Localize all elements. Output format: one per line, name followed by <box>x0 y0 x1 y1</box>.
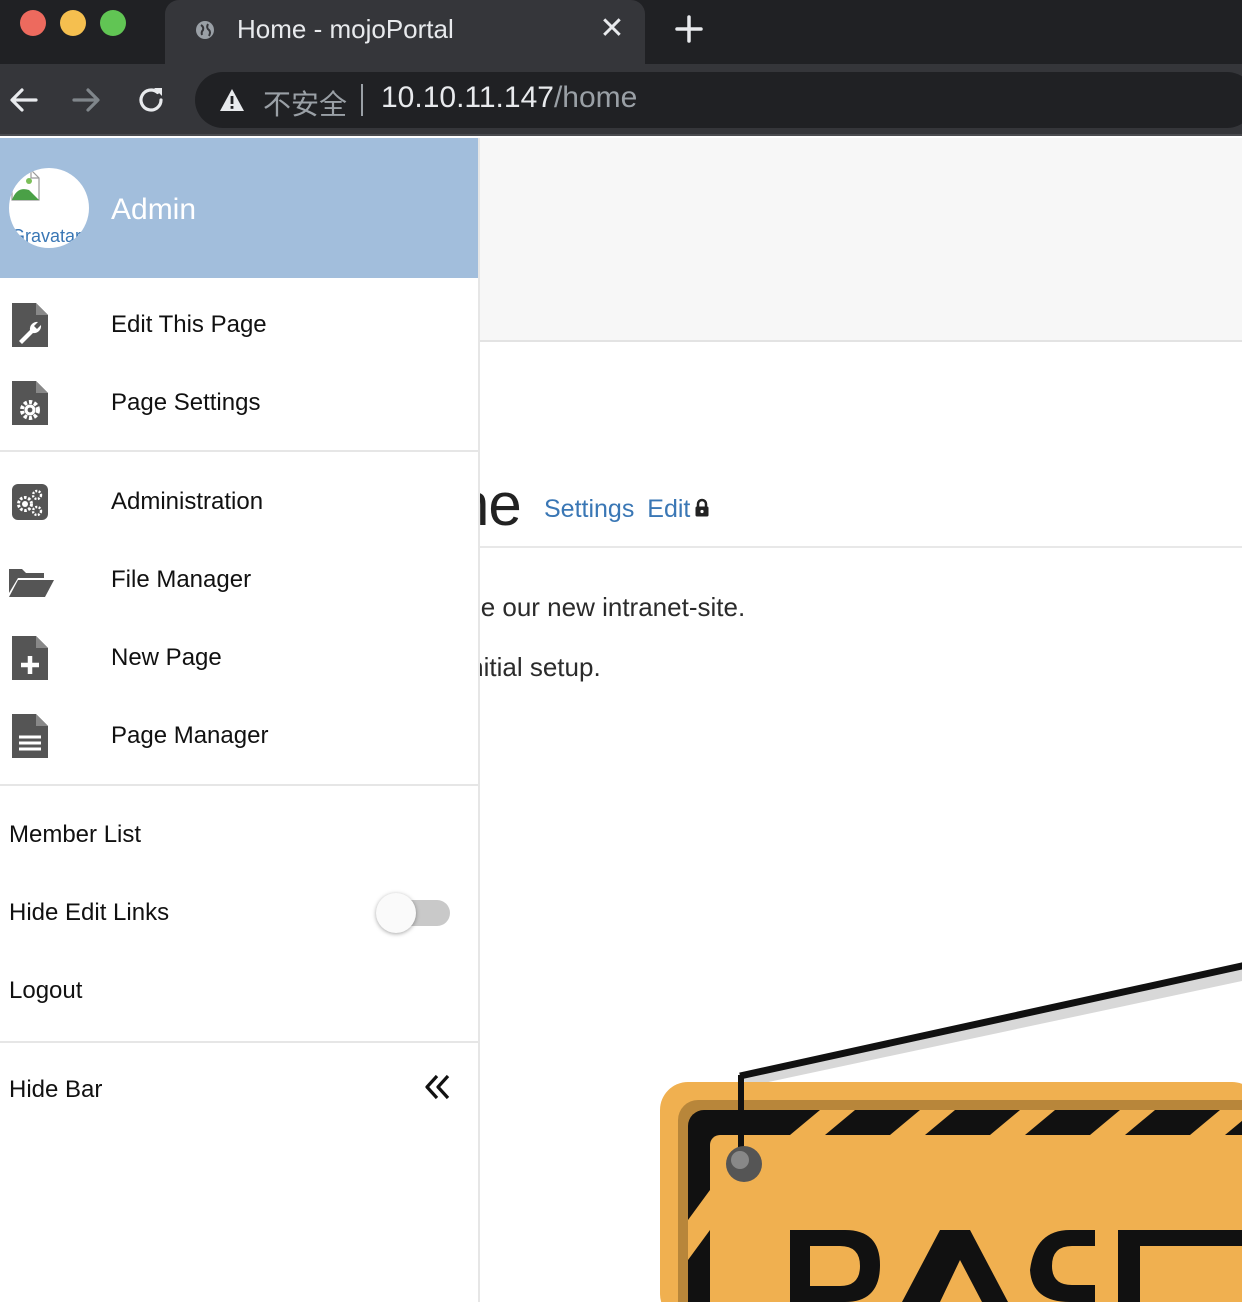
menu-label: New Page <box>111 644 222 671</box>
admin-toolbar-panel: Gravatar Admin Edit This Page Page Setti… <box>0 138 480 1302</box>
hide-edit-links-toggle[interactable] <box>376 892 450 934</box>
menu-item-administration[interactable]: Administration <box>0 463 478 541</box>
menu-item-page-manager[interactable]: Page Manager <box>0 697 478 775</box>
panel-header: Gravatar Admin <box>0 138 478 278</box>
file-plus-icon <box>12 636 48 680</box>
edit-link[interactable]: Edit <box>647 495 690 523</box>
user-name[interactable]: Admin <box>111 193 196 227</box>
menu-label: Edit This Page <box>111 311 267 338</box>
menu-divider <box>0 784 478 786</box>
browser-tab[interactable]: Home - mojoPortal ✕ <box>165 0 645 64</box>
gears-icon <box>12 484 48 520</box>
avatar[interactable]: Gravatar <box>9 168 89 248</box>
menu-item-new-page[interactable]: New Page <box>0 619 478 697</box>
menu-label: Logout <box>9 977 83 1004</box>
menu-divider <box>0 1041 478 1043</box>
insecure-label: 不安全 <box>263 89 348 120</box>
url-host: 10.10.11.147 <box>381 81 554 114</box>
url-path: /home <box>553 81 638 114</box>
menu-label: Page Manager <box>111 722 269 749</box>
warning-icon <box>220 89 244 111</box>
logout-link[interactable]: Logout <box>0 952 478 1030</box>
address-bar[interactable]: 不安全 10.10.11.147/home <box>195 72 1242 128</box>
reload-icon[interactable] <box>133 82 169 118</box>
site-header <box>480 138 1242 342</box>
menu-item-file-manager[interactable]: File Manager <box>0 541 478 619</box>
url-text: 10.10.11.147/home <box>381 81 637 115</box>
back-arrow-icon[interactable] <box>6 82 42 118</box>
file-lines-icon <box>12 714 48 758</box>
menu-divider <box>0 450 478 452</box>
menu-label: Hide Edit Links <box>9 899 170 926</box>
menu-item-edit-this-page[interactable]: Edit This Page <box>0 286 478 364</box>
under-construction-sign <box>660 962 1242 1302</box>
menu-label: Hide Bar <box>9 1076 103 1103</box>
folder-open-icon <box>9 569 54 597</box>
window-minimize-button[interactable] <box>60 10 86 36</box>
hide-bar-button[interactable]: Hide Bar <box>0 1051 478 1129</box>
menu-label: Member List <box>9 821 142 848</box>
broken-image-icon <box>11 169 40 201</box>
new-tab-icon[interactable] <box>672 12 706 46</box>
browser-toolbar: 不安全 10.10.11.147/home <box>0 64 1242 136</box>
tab-title: Home - mojoPortal <box>237 14 454 44</box>
window-zoom-button[interactable] <box>100 10 126 36</box>
forward-arrow-icon[interactable] <box>68 82 104 118</box>
browser-tabstrip: Home - mojoPortal ✕ <box>0 0 1242 64</box>
tab-close-icon[interactable]: ✕ <box>597 14 627 44</box>
file-wrench-icon <box>12 303 48 347</box>
double-chevron-left-icon[interactable] <box>422 1071 454 1103</box>
lock-icon <box>695 498 709 517</box>
menu-item-page-settings[interactable]: Page Settings <box>0 364 478 442</box>
menu-label: Page Settings <box>111 389 261 416</box>
avatar-alt-text: Gravatar <box>11 226 82 246</box>
hide-edit-links-row: Hide Edit Links <box>0 874 478 952</box>
menu-label: Administration <box>111 488 264 515</box>
title-links: Settings Edit <box>544 495 696 524</box>
toggle-knob[interactable] <box>376 893 416 933</box>
window-close-button[interactable] <box>20 10 46 36</box>
globe-icon <box>196 21 214 39</box>
menu-label: File Manager <box>111 566 252 593</box>
settings-link[interactable]: Settings <box>544 495 634 523</box>
member-list-link[interactable]: Member List <box>0 796 478 874</box>
address-separator <box>361 84 363 116</box>
file-gear-icon <box>12 381 48 425</box>
